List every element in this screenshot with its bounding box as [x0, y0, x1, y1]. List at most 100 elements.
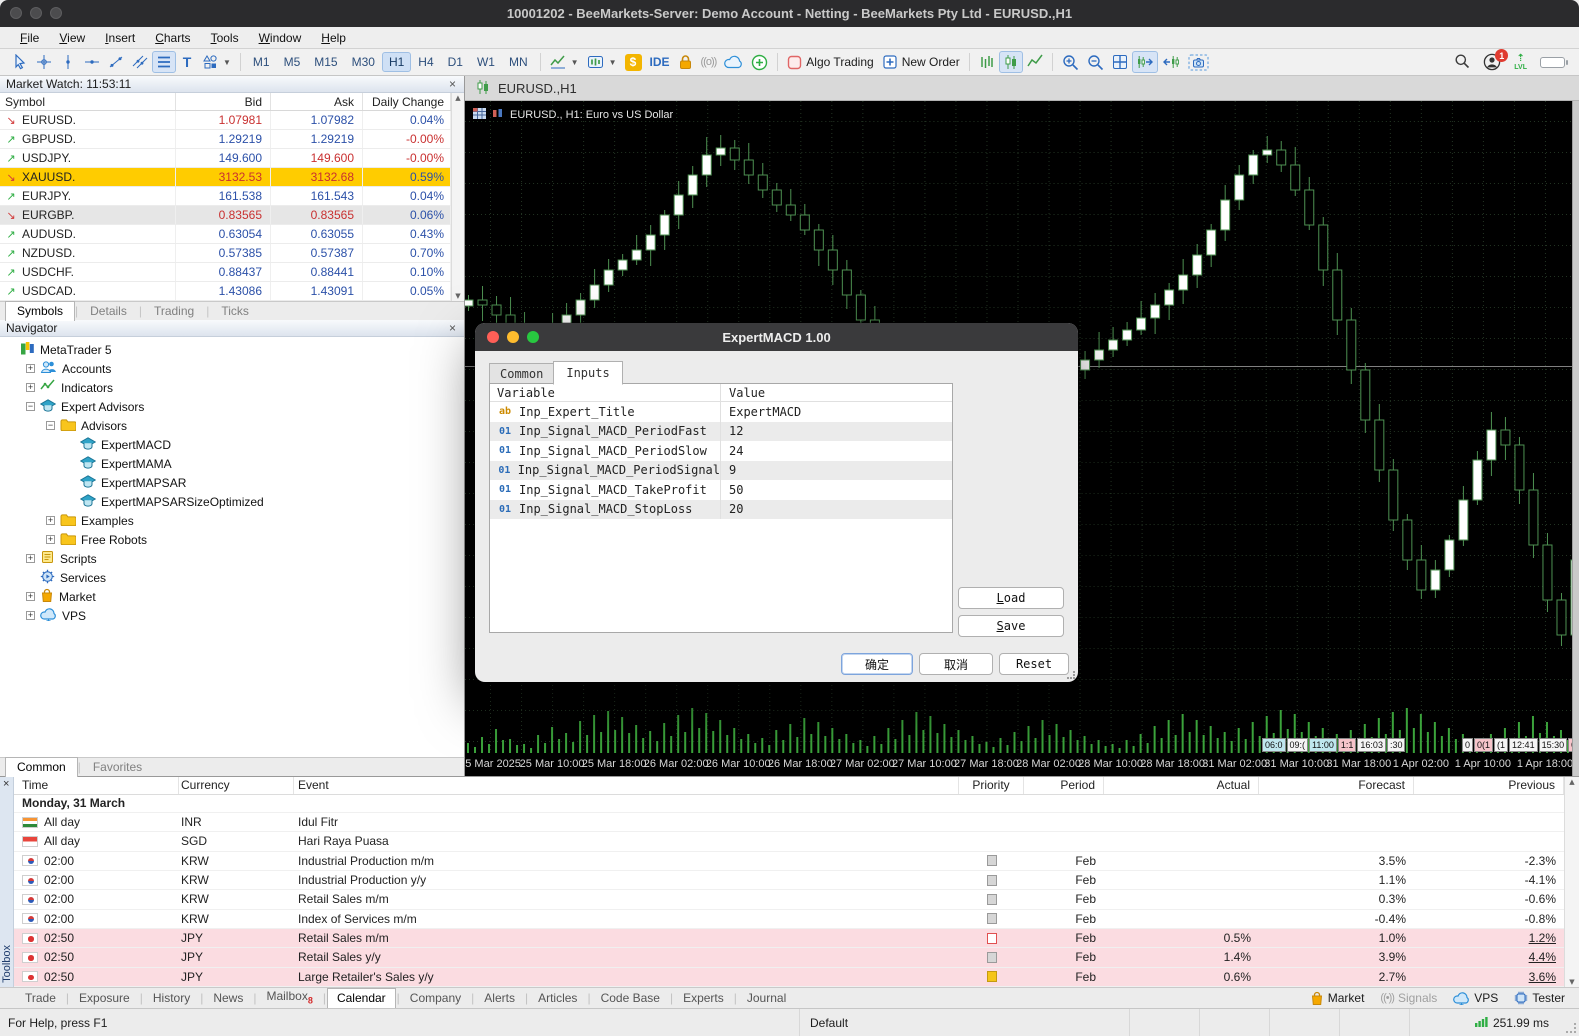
- tab-journal[interactable]: Journal: [738, 989, 795, 1008]
- signals-button[interactable]: ((•))Signals: [1380, 991, 1437, 1005]
- tab-trade[interactable]: Trade: [16, 989, 65, 1008]
- community-icon[interactable]: [747, 51, 772, 73]
- dialog-close-button[interactable]: [487, 331, 499, 343]
- event-time-chip[interactable]: :30: [1387, 738, 1406, 752]
- tab-code-base[interactable]: Code Base: [592, 989, 669, 1008]
- calendar-row[interactable]: 02:00KRWIndustrial Production m/mFeb3.5%…: [14, 852, 1564, 871]
- input-row-inp_signal_macd_periodslow[interactable]: 01Inp_Signal_MACD_PeriodSlow24: [490, 441, 952, 461]
- timeframe-m1[interactable]: M1: [246, 52, 277, 72]
- symbol-row-gbpusd[interactable]: ↗GBPUSD.1.292191.29219-0.00%: [0, 130, 451, 149]
- menu-insert[interactable]: Insert: [95, 29, 145, 47]
- timeframe-mn[interactable]: MN: [502, 52, 535, 72]
- zoom-window-button[interactable]: [50, 7, 62, 19]
- timeframe-w1[interactable]: W1: [470, 52, 502, 72]
- input-value-cell[interactable]: 50: [720, 480, 952, 500]
- expand-icon[interactable]: +: [26, 592, 35, 601]
- cloud-icon[interactable]: [720, 51, 747, 73]
- calendar-row[interactable]: All daySGDHari Raya Puasa: [14, 832, 1564, 851]
- timeframe-m30[interactable]: M30: [345, 52, 382, 72]
- column-header-event[interactable]: Event: [294, 777, 959, 794]
- market-watch-scrollbar[interactable]: ▲ ▼: [451, 93, 464, 301]
- channel-icon[interactable]: [128, 51, 152, 73]
- column-header-period[interactable]: Period: [1024, 777, 1104, 794]
- tree-item-services[interactable]: Services: [0, 568, 464, 587]
- event-time-chip[interactable]: 15:30: [1539, 738, 1568, 752]
- save-button[interactable]: Save: [958, 615, 1064, 637]
- symbol-row-audusd[interactable]: ↗AUDUSD.0.630540.630550.43%: [0, 225, 451, 244]
- menu-view[interactable]: View: [49, 29, 95, 47]
- expand-icon[interactable]: +: [26, 554, 35, 563]
- tree-item-scripts[interactable]: +Scripts: [0, 549, 464, 568]
- dialog-minimize-button[interactable]: [507, 331, 519, 343]
- profile-selector[interactable]: Default: [799, 1009, 1129, 1036]
- lvl-indicator[interactable]: ⇡LVL: [1514, 54, 1527, 71]
- cancel-button[interactable]: 取消: [919, 653, 993, 675]
- chart-tab-bar[interactable]: EURUSD.,H1: [465, 76, 1579, 101]
- symbol-row-eurusd[interactable]: ↘EURUSD.1.079811.079820.04%: [0, 111, 451, 130]
- tree-item-vps[interactable]: +VPS: [0, 606, 464, 625]
- tree-item-expertmama[interactable]: ExpertMAMA: [0, 454, 464, 473]
- dollar-icon[interactable]: $: [621, 51, 646, 73]
- input-row-inp_signal_macd_stoploss[interactable]: 01Inp_Signal_MACD_StopLoss20: [490, 500, 952, 520]
- scroll-up-icon[interactable]: ▲: [1569, 778, 1574, 786]
- tree-item-expertmacd[interactable]: ExpertMACD: [0, 435, 464, 454]
- symbol-row-xauusd[interactable]: ↘XAUUSD.3132.533132.680.59%: [0, 168, 451, 187]
- load-button[interactable]: Load: [958, 587, 1064, 609]
- calendar-row[interactable]: 02:50JPYRetail Sales m/mFeb0.5%1.0%1.2%: [14, 929, 1564, 948]
- tree-item-examples[interactable]: +Examples: [0, 511, 464, 530]
- event-time-chip[interactable]: 16:03: [1357, 738, 1386, 752]
- expand-icon[interactable]: +: [26, 611, 35, 620]
- dialog-titlebar[interactable]: ExpertMACD 1.00: [475, 323, 1078, 351]
- symbol-row-eurgbp[interactable]: ↘EURGBP.0.835650.835650.06%: [0, 206, 451, 225]
- horizontal-line-icon[interactable]: [80, 51, 104, 73]
- column-header-symbol[interactable]: Symbol: [0, 93, 176, 110]
- input-value-cell[interactable]: ExpertMACD: [720, 402, 952, 422]
- timeframe-d1[interactable]: D1: [441, 52, 470, 72]
- input-row-inp_expert_title[interactable]: abInp_Expert_TitleExpertMACD: [490, 402, 952, 422]
- event-time-chip[interactable]: (1: [1494, 738, 1508, 752]
- tree-item-advisors[interactable]: −Advisors: [0, 416, 464, 435]
- input-row-inp_signal_macd_takeprofit[interactable]: 01Inp_Signal_MACD_TakeProfit50: [490, 480, 952, 500]
- dialog-tab-inputs[interactable]: Inputs: [553, 361, 622, 385]
- event-time-chip[interactable]: 06:0: [1262, 738, 1286, 752]
- cursor-icon[interactable]: [8, 51, 32, 73]
- window-resize-grip[interactable]: [1559, 1009, 1579, 1036]
- event-time-chip[interactable]: 1:1: [1338, 738, 1357, 752]
- column-header-daily-change[interactable]: Daily Change: [363, 93, 451, 110]
- tab-exposure[interactable]: Exposure: [70, 989, 139, 1008]
- vertical-line-icon[interactable]: [56, 51, 80, 73]
- timeframe-h4[interactable]: H4: [411, 52, 440, 72]
- timeframe-m15[interactable]: M15: [307, 52, 344, 72]
- input-value-cell[interactable]: 20: [720, 500, 952, 520]
- fibo-lines-icon[interactable]: [152, 51, 176, 73]
- column-header-currency[interactable]: Currency: [179, 777, 294, 794]
- event-time-chip[interactable]: 0(1: [1474, 738, 1493, 752]
- zoom-in-icon[interactable]: [1058, 51, 1083, 73]
- tree-item-metatrader-5[interactable]: MetaTrader 5: [0, 340, 464, 359]
- calendar-row[interactable]: All dayINRIdul Fitr: [14, 813, 1564, 832]
- chart-scrollbar[interactable]: [1572, 101, 1579, 776]
- input-row-inp_signal_macd_periodfast[interactable]: 01Inp_Signal_MACD_PeriodFast12: [490, 422, 952, 442]
- scroll-down-icon[interactable]: ▼: [455, 292, 460, 300]
- symbol-row-usdcad[interactable]: ↗USDCAD.1.430861.430910.05%: [0, 282, 451, 301]
- menu-tools[interactable]: Tools: [201, 29, 249, 47]
- tree-item-indicators[interactable]: +Indicators: [0, 378, 464, 397]
- scroll-down-icon[interactable]: ▼: [1569, 978, 1574, 986]
- reset-button[interactable]: Reset: [999, 653, 1069, 675]
- tab-ticks[interactable]: Ticks: [209, 301, 261, 320]
- dialog-tab-common[interactable]: Common: [489, 363, 554, 385]
- indicator-list-icon[interactable]: ▼: [546, 51, 583, 73]
- event-time-chip[interactable]: 09:(: [1287, 738, 1309, 752]
- tree-item-free-robots[interactable]: +Free Robots: [0, 530, 464, 549]
- expand-icon[interactable]: +: [26, 383, 35, 392]
- menu-file[interactable]: File: [10, 29, 49, 47]
- input-value-cell[interactable]: 9: [720, 461, 952, 481]
- calendar-row[interactable]: 02:00KRWRetail Sales m/mFeb0.3%-0.6%: [14, 890, 1564, 909]
- bars-chart-icon[interactable]: [975, 51, 999, 73]
- tile-windows-icon[interactable]: [1108, 51, 1132, 73]
- tab-news[interactable]: News: [204, 989, 252, 1008]
- text-icon[interactable]: T: [176, 51, 198, 73]
- symbol-row-eurjpy[interactable]: ↗EURJPY.161.538161.5430.04%: [0, 187, 451, 206]
- tree-item-expert-advisors[interactable]: −Expert Advisors: [0, 397, 464, 416]
- crosshair-icon[interactable]: [32, 51, 56, 73]
